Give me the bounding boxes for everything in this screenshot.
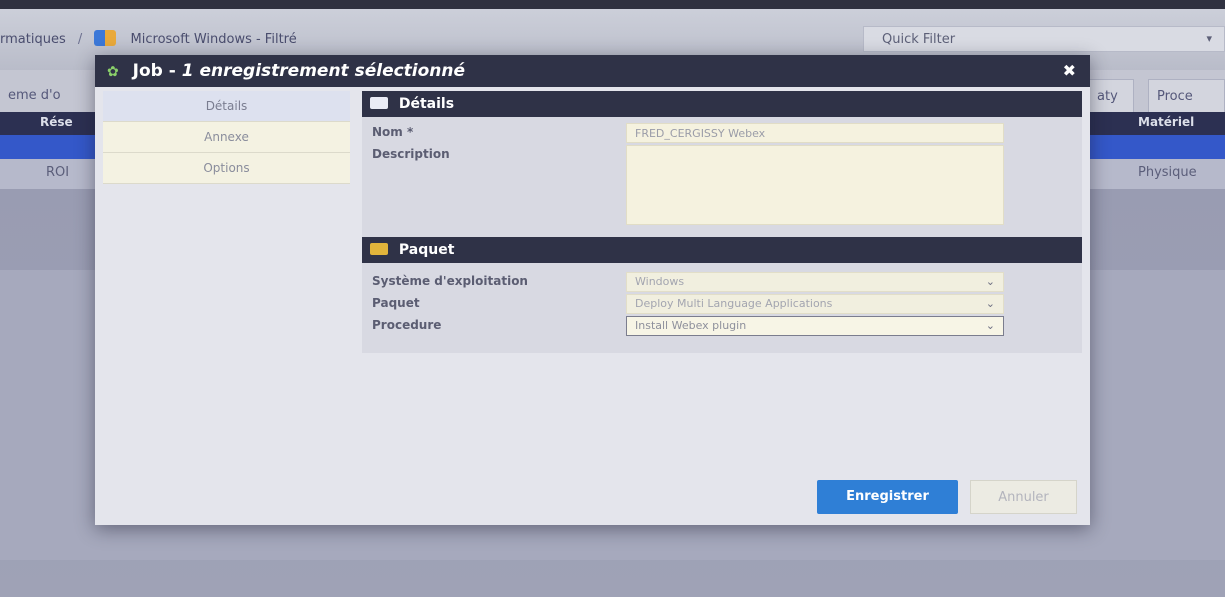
name-label: Nom * [372,125,414,139]
chevron-down-icon: ▾ [1206,32,1212,45]
name-field[interactable]: FRED_CERGISSY Webex [626,123,1004,143]
details-card-icon [370,97,388,109]
sidebar-item-annex[interactable]: Annexe [103,122,350,153]
package-label: Paquet [372,296,420,310]
procedure-select-value: Install Webex plugin [635,319,747,332]
package-section-title: Paquet [398,242,455,258]
details-section: Nom * FRED_CERGISSY Webex Description [362,117,1082,237]
close-icon[interactable]: ✖ [1063,55,1076,87]
os-label: Système d'exploitation [372,274,528,288]
column-header-network[interactable]: Rése [40,115,73,129]
app-top-strip [0,0,1225,9]
sidebar-item-details[interactable]: Détails [103,91,350,122]
os-select[interactable]: Windows ⌄ [626,272,1004,292]
dialog-title-separator: - [168,61,176,81]
dialog-sidebar: Détails Annexe Options [103,91,350,184]
table-cell-network: ROI [46,165,70,180]
windows-logo-icon [94,30,117,46]
cancel-button[interactable]: Annuler [970,480,1077,514]
save-button[interactable]: Enregistrer [817,480,958,514]
breadcrumb: rmatiques / Microsoft Windows - Filtré [0,30,297,47]
description-label: Description [372,147,450,161]
breadcrumb-current: Microsoft Windows - Filtré [130,32,297,47]
column-header-hardware[interactable]: Matériel [1138,115,1194,129]
tab-operating-system[interactable]: eme d'o [0,79,69,112]
breadcrumb-separator: / [77,32,83,47]
package-select-value: Deploy Multi Language Applications [635,297,833,310]
tab-property[interactable]: aty [1088,79,1134,112]
chevron-down-icon: ⌄ [985,275,995,288]
table-cell-hardware: Physique [1138,165,1197,180]
dialog-content: Détails Nom * FRED_CERGISSY Webex Descri… [362,91,1082,353]
details-section-header: Détails [362,91,1082,117]
package-select[interactable]: Deploy Multi Language Applications ⌄ [626,294,1004,314]
package-box-icon [370,243,388,255]
sidebar-item-options[interactable]: Options [103,153,350,184]
chevron-down-icon: ⌄ [985,319,995,332]
details-section-title: Détails [398,96,455,112]
procedure-label: Procedure [372,318,442,332]
dialog-title: Job [132,61,163,81]
quick-filter-select[interactable]: Quick Filter ▾ [863,26,1225,52]
job-dialog: ✿ Job - 1 enregistrement sélectionné ✖ D… [95,55,1090,525]
chevron-down-icon: ⌄ [985,297,995,310]
dialog-title-bar[interactable]: ✿ Job - 1 enregistrement sélectionné ✖ [95,55,1090,87]
os-select-value: Windows [635,275,685,288]
package-section-header: Paquet [362,237,1082,263]
breadcrumb-parent[interactable]: rmatiques [0,32,66,47]
tab-processes[interactable]: Proce [1148,79,1225,112]
description-field[interactable] [626,145,1004,225]
dialog-subtitle: 1 enregistrement sélectionné [181,61,466,81]
procedure-select[interactable]: Install Webex plugin ⌄ [626,316,1004,336]
job-gears-icon: ✿ [107,64,119,80]
quick-filter-placeholder: Quick Filter [882,32,956,47]
package-section: Système d'exploitation Windows ⌄ Paquet … [362,263,1082,353]
